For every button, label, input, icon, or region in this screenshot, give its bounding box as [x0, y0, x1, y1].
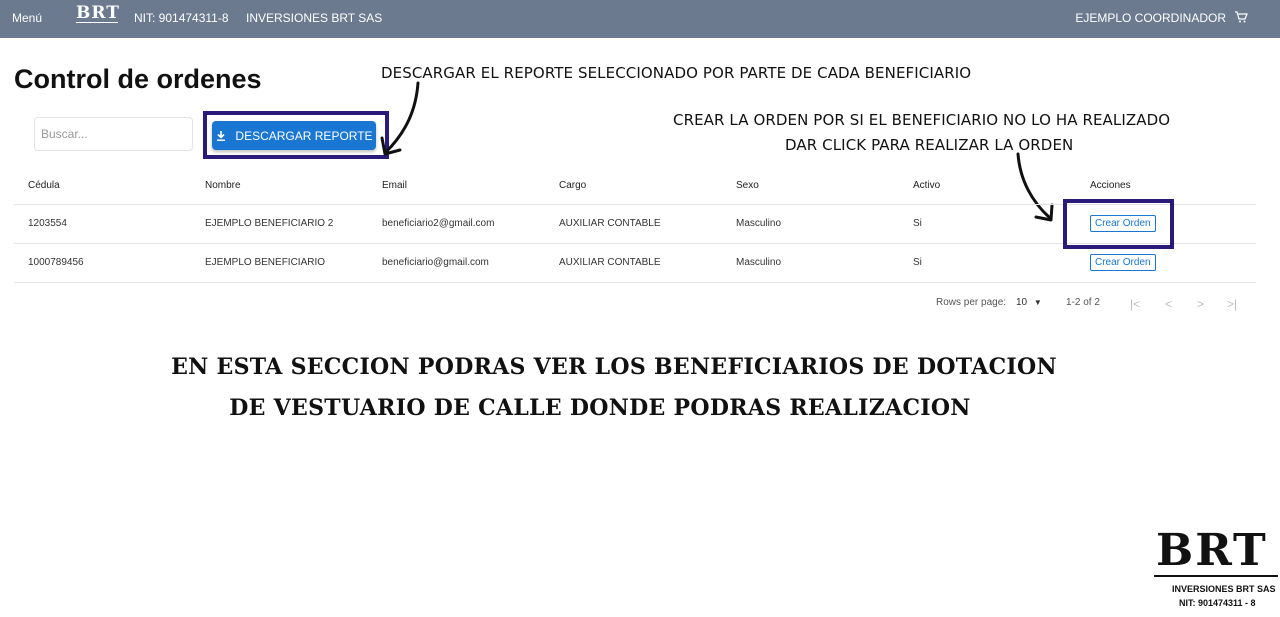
- create-order-annotation-line1: CREAR LA ORDEN POR SI EL BENEFICIARIO NO…: [673, 111, 1171, 129]
- top-bar: Menú BRT NIT: 901474311-8 INVERSIONES BR…: [0, 0, 1280, 38]
- menu-button[interactable]: Menú: [12, 11, 42, 25]
- company-name: INVERSIONES BRT SAS: [246, 11, 383, 25]
- column-header-sexo[interactable]: Sexo: [722, 168, 899, 205]
- brt-footer-logo: BRT INVERSIONES BRT SAS NIT: 901474311 -…: [1150, 527, 1278, 611]
- download-arrow: [380, 81, 420, 156]
- cell-nombre: EJEMPLO BENEFICIARIO 2: [191, 204, 368, 244]
- section-description-line2: DE VESTUARIO DE CALLE DONDE PODRAS REALI…: [229, 395, 971, 421]
- cell-activo: Si: [899, 243, 1076, 283]
- rows-per-page-label: Rows per page:: [936, 297, 1007, 308]
- pagination-range: 1-2 of 2: [1066, 297, 1100, 308]
- company-nit: NIT: 901474311-8: [134, 11, 229, 25]
- cell-cedula: 1203554: [14, 204, 191, 244]
- column-header-cedula[interactable]: Cédula: [14, 168, 191, 205]
- footer-logo-rule: [1154, 575, 1278, 577]
- download-report-button[interactable]: DESCARGAR REPORTE: [212, 121, 376, 150]
- user-name[interactable]: EJEMPLO COORDINADOR: [1075, 11, 1226, 25]
- rows-per-page-value: 10: [1016, 297, 1028, 308]
- search-input[interactable]: [34, 117, 193, 151]
- create-order-button[interactable]: Crear Orden: [1090, 254, 1156, 271]
- download-report-label: DESCARGAR REPORTE: [235, 128, 373, 143]
- cell-sexo: Masculino: [722, 243, 899, 283]
- cell-email: beneficiario2@gmail.com: [368, 204, 545, 244]
- column-header-email[interactable]: Email: [368, 168, 545, 205]
- cell-email: beneficiario@gmail.com: [368, 243, 545, 283]
- next-page-icon[interactable]: >: [1197, 297, 1204, 311]
- brt-logo: BRT: [76, 3, 120, 32]
- last-page-icon[interactable]: >|: [1227, 297, 1237, 311]
- section-description-line1: EN ESTA SECCION PODRAS VER LOS BENEFICIA…: [171, 354, 1057, 380]
- cell-cedula: 1000789456: [14, 243, 191, 283]
- rows-per-page-select[interactable]: 10 ▼: [1016, 297, 1042, 308]
- column-header-cargo[interactable]: Cargo: [545, 168, 722, 205]
- cell-cargo: AUXILIAR CONTABLE: [545, 243, 722, 283]
- page-title: Control de ordenes: [14, 64, 262, 94]
- download-icon: [217, 130, 226, 141]
- cell-activo: Si: [899, 204, 1076, 244]
- footer-company-nit: NIT: 901474311 - 8: [1179, 598, 1256, 608]
- previous-page-icon[interactable]: <: [1165, 297, 1172, 311]
- column-header-activo[interactable]: Activo: [899, 168, 1076, 205]
- dropdown-arrow-icon: ▼: [1033, 298, 1042, 307]
- first-page-icon[interactable]: |<: [1130, 297, 1140, 311]
- cell-cargo: AUXILIAR CONTABLE: [545, 204, 722, 244]
- footer-logo-text: BRT: [1156, 525, 1268, 576]
- download-annotation: DESCARGAR EL REPORTE SELECCIONADO POR PA…: [381, 64, 972, 82]
- create-order-highlight-box: [1063, 199, 1174, 249]
- column-header-nombre[interactable]: Nombre: [191, 168, 368, 205]
- footer-company-name: INVERSIONES BRT SAS: [1172, 584, 1276, 594]
- logo-text: BRT: [76, 3, 120, 23]
- cart-icon[interactable]: [1234, 10, 1248, 24]
- cell-sexo: Masculino: [722, 204, 899, 244]
- cell-nombre: EJEMPLO BENEFICIARIO: [191, 243, 368, 283]
